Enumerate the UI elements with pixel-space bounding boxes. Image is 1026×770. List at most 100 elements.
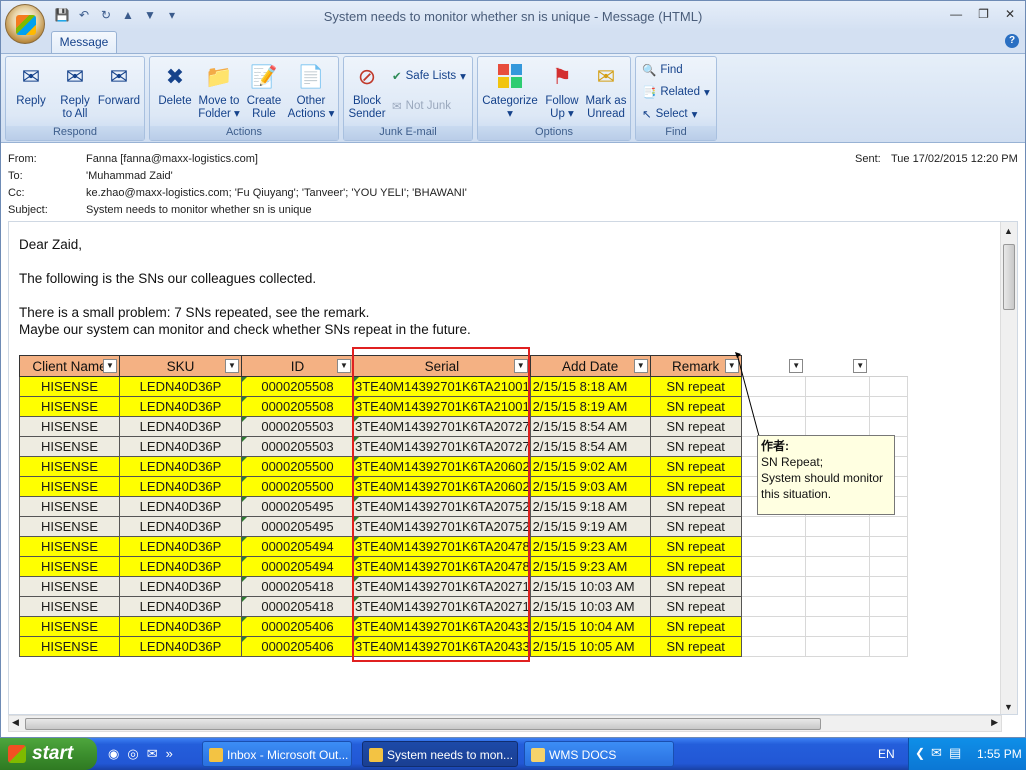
to-value[interactable]: 'Muhammad Zaid' bbox=[86, 170, 173, 182]
horizontal-scroll-thumb[interactable] bbox=[25, 718, 821, 730]
empty-cell[interactable] bbox=[805, 576, 870, 597]
cell-client-name[interactable]: HISENSE bbox=[19, 376, 120, 397]
filter-dropdown-icon[interactable]: ▼ bbox=[103, 359, 117, 373]
forward-button[interactable]: ✉ Forward bbox=[96, 61, 142, 108]
related-button[interactable]: 📑 Related ▾ bbox=[642, 85, 710, 99]
empty-cell[interactable] bbox=[741, 536, 806, 557]
empty-cell[interactable] bbox=[741, 596, 806, 617]
empty-cell[interactable] bbox=[741, 576, 806, 597]
cell-add-date[interactable]: 2/15/15 9:23 AM bbox=[529, 536, 651, 557]
cell-remark[interactable]: SN repeat bbox=[649, 556, 742, 577]
empty-cell[interactable] bbox=[805, 516, 870, 537]
cell-add-date[interactable]: 2/15/15 10:05 AM bbox=[529, 636, 651, 657]
cell-client-name[interactable]: HISENSE bbox=[19, 476, 120, 497]
cell-sku[interactable]: LEDN40D36P bbox=[119, 636, 242, 657]
from-value[interactable]: Fanna [fanna@maxx-logistics.com] bbox=[86, 153, 258, 165]
close-button[interactable]: ✕ bbox=[1005, 7, 1015, 21]
cell-remark[interactable]: SN repeat bbox=[649, 536, 742, 557]
cell-remark[interactable]: SN repeat bbox=[649, 636, 742, 657]
cell-sku[interactable]: LEDN40D36P bbox=[119, 376, 242, 397]
cell-id[interactable]: 0000205508 bbox=[241, 396, 354, 417]
cell-sku[interactable]: LEDN40D36P bbox=[119, 576, 242, 597]
not-junk-button[interactable]: ✉ Not Junk bbox=[392, 99, 451, 113]
cell-remark[interactable]: SN repeat bbox=[649, 416, 742, 437]
cell-id[interactable]: 0000205500 bbox=[241, 456, 354, 477]
select-button[interactable]: ↖ Select ▾ bbox=[642, 107, 697, 121]
cell-client-name[interactable]: HISENSE bbox=[19, 516, 120, 537]
create-rule-button[interactable]: 📝 Create Rule bbox=[244, 61, 284, 121]
cell-sku[interactable]: LEDN40D36P bbox=[119, 416, 242, 437]
cell-remark[interactable]: SN repeat bbox=[649, 496, 742, 517]
vertical-scroll-thumb[interactable] bbox=[1003, 244, 1015, 310]
cell-sku[interactable]: LEDN40D36P bbox=[119, 536, 242, 557]
empty-cell[interactable] bbox=[869, 376, 908, 397]
filter-dropdown-icon[interactable]: ▼ bbox=[225, 359, 239, 373]
cell-client-name[interactable]: HISENSE bbox=[19, 556, 120, 577]
cell-add-date[interactable]: 2/15/15 9:02 AM bbox=[529, 456, 651, 477]
empty-cell[interactable] bbox=[805, 636, 870, 657]
tray-outlook-icon[interactable]: ✉ bbox=[931, 745, 942, 761]
empty-cell[interactable] bbox=[741, 556, 806, 577]
language-indicator[interactable]: EN bbox=[878, 747, 895, 761]
restore-button[interactable]: ❐ bbox=[978, 7, 989, 21]
cell-client-name[interactable]: HISENSE bbox=[19, 416, 120, 437]
outlook-icon[interactable]: ✉ bbox=[147, 746, 158, 762]
reply-all-button[interactable]: ✉ Reply to All bbox=[54, 61, 96, 121]
cell-client-name[interactable]: HISENSE bbox=[19, 636, 120, 657]
cell-add-date[interactable]: 2/15/15 8:19 AM bbox=[529, 396, 651, 417]
empty-cell[interactable] bbox=[869, 396, 908, 417]
empty-cell[interactable] bbox=[741, 636, 806, 657]
find-button[interactable]: 🔍 Find bbox=[642, 63, 683, 77]
more-icon[interactable]: » bbox=[166, 746, 173, 762]
empty-cell[interactable] bbox=[805, 416, 870, 437]
cell-remark[interactable]: SN repeat bbox=[649, 616, 742, 637]
cell-id[interactable]: 0000205503 bbox=[241, 436, 354, 457]
other-actions-button[interactable]: 📄 Other Actions ▾ bbox=[286, 61, 336, 121]
cell-sku[interactable]: LEDN40D36P bbox=[119, 436, 242, 457]
mark-as-unread-button[interactable]: ✉ Mark as Unread bbox=[584, 61, 628, 121]
cell-sku[interactable]: LEDN40D36P bbox=[119, 556, 242, 577]
cell-client-name[interactable]: HISENSE bbox=[19, 436, 120, 457]
help-icon[interactable]: ? bbox=[1005, 34, 1019, 48]
cell-client-name[interactable]: HISENSE bbox=[19, 496, 120, 517]
categorize-button[interactable]: Categorize ▾ bbox=[480, 61, 540, 121]
empty-cell[interactable] bbox=[869, 616, 908, 637]
empty-cell[interactable] bbox=[869, 576, 908, 597]
cell-add-date[interactable]: 2/15/15 9:03 AM bbox=[529, 476, 651, 497]
scroll-up-icon[interactable]: ▲ bbox=[1004, 226, 1013, 236]
horizontal-scrollbar[interactable]: ◀ ▶ bbox=[8, 715, 1002, 732]
move-to-folder-button[interactable]: 📁 Move to Folder ▾ bbox=[196, 61, 242, 121]
scroll-left-icon[interactable]: ◀ bbox=[12, 717, 19, 728]
cell-id[interactable]: 0000205500 bbox=[241, 476, 354, 497]
cell-add-date[interactable]: 2/15/15 8:54 AM bbox=[529, 416, 651, 437]
cell-sku[interactable]: LEDN40D36P bbox=[119, 596, 242, 617]
block-sender-button[interactable]: ⊘ Block Sender bbox=[346, 61, 388, 121]
tray-chevron-icon[interactable]: ❮ bbox=[915, 746, 925, 760]
cell-remark[interactable]: SN repeat bbox=[649, 516, 742, 537]
start-button[interactable]: start bbox=[0, 738, 97, 770]
cell-sku[interactable]: LEDN40D36P bbox=[119, 476, 242, 497]
empty-cell[interactable] bbox=[869, 636, 908, 657]
cell-add-date[interactable]: 2/15/15 9:18 AM bbox=[529, 496, 651, 517]
cell-id[interactable]: 0000205406 bbox=[241, 616, 354, 637]
cell-id[interactable]: 0000205494 bbox=[241, 536, 354, 557]
cell-remark[interactable]: SN repeat bbox=[649, 456, 742, 477]
clock[interactable]: 1:55 PM bbox=[977, 747, 1022, 761]
cell-id[interactable]: 0000205418 bbox=[241, 576, 354, 597]
empty-cell[interactable] bbox=[805, 616, 870, 637]
cell-sku[interactable]: LEDN40D36P bbox=[119, 516, 242, 537]
follow-up-button[interactable]: ⚑ Follow Up ▾ bbox=[542, 61, 582, 121]
cell-id[interactable]: 0000205503 bbox=[241, 416, 354, 437]
filter-dropdown-icon[interactable]: ▼ bbox=[633, 359, 648, 373]
filter-dropdown-icon[interactable]: ▼ bbox=[337, 359, 351, 373]
chrome-icon[interactable]: ◎ bbox=[127, 746, 138, 762]
cell-client-name[interactable]: HISENSE bbox=[19, 396, 120, 417]
empty-cell[interactable] bbox=[805, 376, 870, 397]
cell-add-date[interactable]: 2/15/15 10:03 AM bbox=[529, 596, 651, 617]
cell-sku[interactable]: LEDN40D36P bbox=[119, 496, 242, 517]
empty-cell[interactable] bbox=[741, 516, 806, 537]
ie-icon[interactable]: ◉ bbox=[108, 746, 119, 762]
scroll-down-icon[interactable]: ▼ bbox=[1004, 702, 1013, 712]
cell-client-name[interactable]: HISENSE bbox=[19, 576, 120, 597]
cell-remark[interactable]: SN repeat bbox=[649, 376, 742, 397]
